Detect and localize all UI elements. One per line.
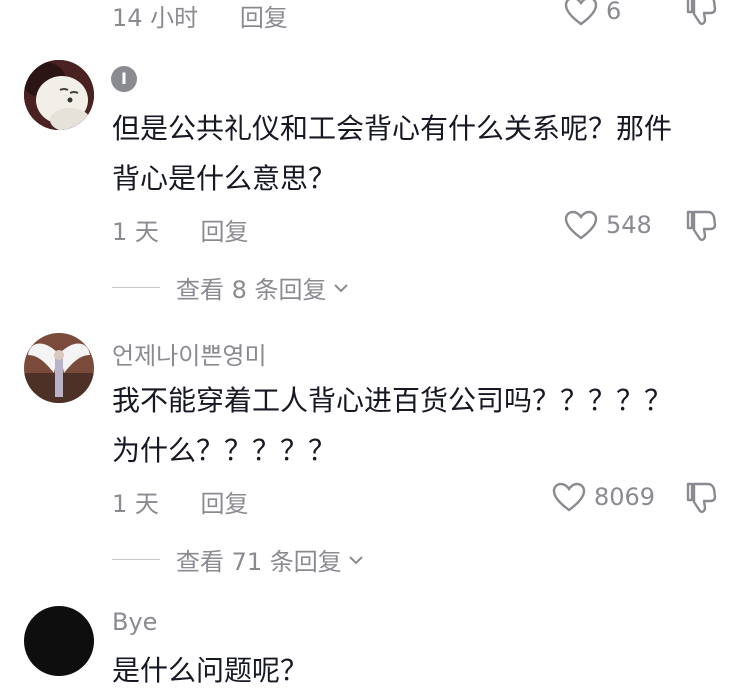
divider bbox=[112, 287, 160, 288]
thumbs-down-outline-icon[interactable] bbox=[684, 480, 718, 516]
avatar[interactable] bbox=[24, 60, 94, 130]
like-count: 548 bbox=[606, 211, 652, 239]
comment-text: 但是公共礼仪和工会背心有什么关系呢？那件 背心是什么意思？ bbox=[112, 104, 722, 204]
view-replies-label: 查看 8 条回复 bbox=[176, 276, 327, 304]
avatar-image bbox=[24, 60, 94, 130]
view-replies-label: 查看 71 条回复 bbox=[176, 548, 342, 576]
like-button[interactable]: 548 bbox=[564, 210, 652, 240]
avatar[interactable] bbox=[24, 333, 94, 403]
username[interactable]: 언제나이쁜영미 bbox=[112, 336, 267, 371]
comment-text-line: 是什么问题呢？ bbox=[112, 654, 309, 687]
comment-meta: 1 天 回复 bbox=[112, 484, 249, 519]
reply-button[interactable]: 回复 bbox=[201, 218, 249, 246]
avatar-image bbox=[24, 333, 94, 403]
comment-text-line: 我不能穿着工人背心进百货公司吗？？？？？ bbox=[112, 384, 673, 417]
comment-time: 14 小时 bbox=[112, 4, 199, 32]
comment-time: 1 天 bbox=[112, 490, 159, 518]
like-button[interactable]: 6 bbox=[564, 0, 621, 26]
like-button[interactable]: 8069 bbox=[552, 482, 655, 512]
like-count: 8069 bbox=[594, 483, 656, 511]
heart-outline-icon bbox=[564, 0, 598, 26]
heart-outline-icon bbox=[552, 482, 586, 512]
comment-text: 是什么问题呢？ bbox=[112, 646, 722, 696]
chevron-down-icon bbox=[349, 555, 363, 564]
view-replies-button[interactable]: 查看 8 条回复 bbox=[112, 270, 349, 305]
comment-text: 我不能穿着工人背心进百货公司吗？？？？？ 为什么？？？？？ bbox=[112, 376, 722, 476]
comment-meta: 1 天 回复 bbox=[112, 212, 249, 247]
username[interactable]: Bye bbox=[112, 608, 157, 636]
view-replies-button[interactable]: 查看 71 条回复 bbox=[112, 542, 364, 577]
avatar[interactable] bbox=[24, 606, 94, 676]
username-badge[interactable]: I bbox=[111, 66, 137, 92]
comment-time: 1 天 bbox=[112, 218, 159, 246]
chevron-down-icon bbox=[333, 283, 348, 292]
heart-outline-icon bbox=[564, 210, 598, 240]
comment-text-line: 但是公共礼仪和工会背心有什么关系呢？那件 bbox=[112, 112, 673, 145]
thumbs-down-outline-icon[interactable] bbox=[684, 208, 718, 244]
divider bbox=[112, 559, 160, 560]
username: I bbox=[121, 69, 127, 88]
comment-text-line: 背心是什么意思？ bbox=[112, 162, 337, 195]
thumbs-down-outline-icon[interactable] bbox=[684, 0, 718, 28]
reply-button[interactable]: 回复 bbox=[201, 490, 249, 518]
comment-text-line: 为什么？？？？？ bbox=[112, 434, 337, 467]
top-comment-meta: 14 小时 回复 bbox=[112, 0, 288, 33]
reply-button[interactable]: 回复 bbox=[240, 4, 288, 32]
like-count: 6 bbox=[606, 0, 622, 25]
